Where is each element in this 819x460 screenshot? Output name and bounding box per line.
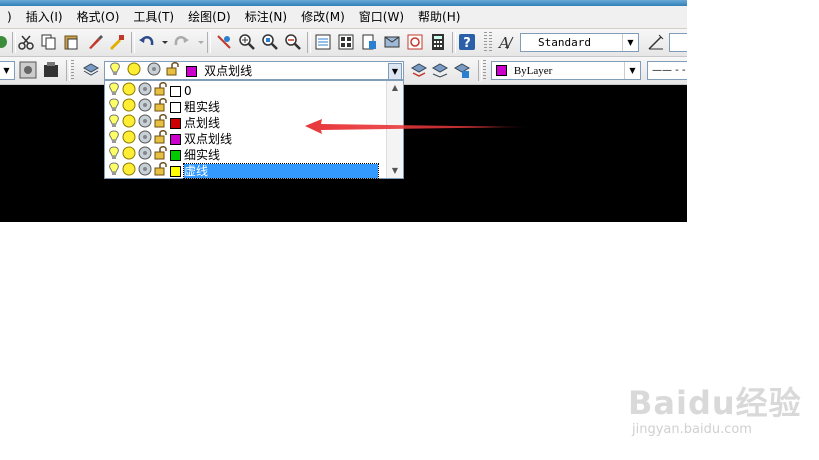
watermark-logo: Baidu经验 — [628, 384, 802, 422]
watermark-url: jingyan.baidu.com — [632, 422, 752, 437]
baidu-jingyan-watermark: Baidu经验 jingyan.baidu.com — [628, 378, 802, 437]
red-arrow-shape — [305, 119, 530, 134]
